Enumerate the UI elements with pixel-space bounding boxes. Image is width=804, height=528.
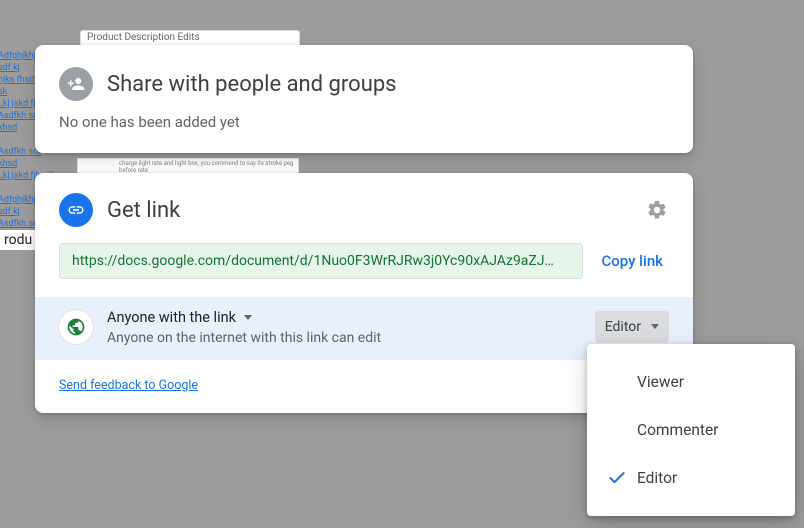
access-description: Anyone on the internet with this link ca…: [107, 330, 581, 346]
role-dropdown-menu: Viewer Commenter Editor: [587, 344, 795, 516]
copy-link-button[interactable]: Copy link: [595, 243, 669, 279]
role-option-label: Commenter: [637, 421, 718, 439]
url-field[interactable]: https://docs.google.com/document/d/1Nuo0…: [59, 243, 583, 279]
url-row: https://docs.google.com/document/d/1Nuo0…: [59, 243, 669, 279]
chevron-down-icon: [244, 315, 252, 320]
link-icon: [59, 193, 93, 227]
globe-icon: [59, 310, 93, 344]
bg-card-title: Product Description Edits: [80, 30, 300, 46]
get-link-title: Get link: [107, 198, 631, 223]
get-link-header: Get link: [59, 193, 669, 227]
access-scope-dropdown[interactable]: Anyone with the link: [107, 309, 252, 326]
role-option-label: Editor: [637, 469, 677, 487]
check-icon: [607, 468, 637, 488]
role-option-commenter[interactable]: Commenter: [587, 406, 795, 454]
person-add-icon: [59, 67, 93, 101]
role-dropdown-button[interactable]: Editor: [595, 311, 669, 343]
share-title: Share with people and groups: [107, 72, 397, 97]
role-option-viewer[interactable]: Viewer: [587, 358, 795, 406]
role-option-label: Viewer: [637, 373, 684, 391]
role-dropdown-label: Editor: [605, 319, 641, 335]
send-feedback-link[interactable]: Send feedback to Google: [59, 378, 198, 393]
chevron-down-icon: [651, 324, 659, 329]
share-card: Share with people and groups No one has …: [35, 45, 693, 153]
bg-prod-label: rodu: [0, 230, 36, 250]
access-scope-label: Anyone with the link: [107, 309, 236, 326]
share-subtitle: No one has been added yet: [59, 113, 669, 131]
share-header: Share with people and groups: [59, 67, 669, 101]
role-option-editor[interactable]: Editor: [587, 454, 795, 502]
gear-icon[interactable]: [645, 198, 669, 222]
